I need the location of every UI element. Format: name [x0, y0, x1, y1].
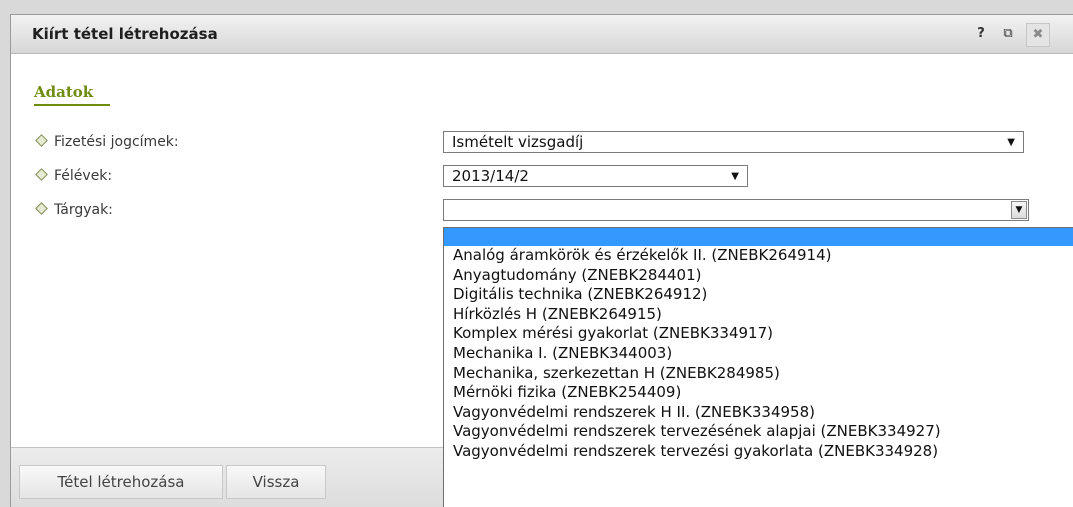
payment-type-value: Ismételt vizsgadíj	[452, 133, 584, 151]
help-icon[interactable]: ?	[974, 24, 988, 44]
chevron-down-icon[interactable]: ▼	[1007, 132, 1015, 154]
dropdown-option[interactable]: Hírközlés H (ZNEBK264915)	[444, 305, 1073, 325]
section-underline	[34, 104, 110, 106]
close-icon[interactable]: ✖	[1026, 23, 1050, 47]
dropdown-option[interactable]: Vagyonvédelmi rendszerek H II. (ZNEBK334…	[444, 403, 1073, 423]
dropdown-option[interactable]: Komplex mérési gyakorlat (ZNEBK334917)	[444, 324, 1073, 344]
subjects-label: Tárgyak:	[34, 200, 113, 220]
popout-icon[interactable]: ⧉	[1000, 24, 1016, 44]
dropdown-option[interactable]: Anyagtudomány (ZNEBK284401)	[444, 266, 1073, 286]
bullet-diamond-icon	[35, 202, 48, 215]
semester-value: 2013/14/2	[452, 167, 529, 185]
create-item-button[interactable]: Tétel létrehozása	[19, 465, 223, 499]
semester-label-text: Félévek:	[54, 168, 113, 184]
dropdown-option[interactable]: Mechanika I. (ZNEBK344003)	[444, 344, 1073, 364]
semester-label: Félévek:	[34, 166, 112, 186]
chevron-down-icon[interactable]: ▼	[731, 166, 739, 188]
dropdown-option[interactable]: Analóg áramkörök és érzékelők II. (ZNEBK…	[444, 246, 1073, 266]
dropdown-option[interactable]: Mérnöki fizika (ZNEBK254409)	[444, 383, 1073, 403]
dropdown-option[interactable]: Vagyonvédelmi rendszerek tervezési gyako…	[444, 442, 1073, 462]
back-button[interactable]: Vissza	[226, 465, 326, 499]
payment-type-select[interactable]: Ismételt vizsgadíj ▼	[443, 131, 1024, 153]
semester-select[interactable]: 2013/14/2 ▼	[443, 165, 748, 187]
chevron-down-icon[interactable]: ▼	[1011, 201, 1027, 219]
subjects-label-text: Tárgyak:	[54, 202, 113, 218]
section-title: Adatok	[34, 83, 94, 101]
dialog-footer: Tétel létrehozása Vissza	[11, 447, 443, 507]
create-item-dialog: Kiírt tétel létrehozása ? ⧉ ✖ Adatok Fiz…	[10, 14, 1073, 507]
payment-type-label-text: Fizetési jogcímek:	[54, 134, 179, 150]
bullet-diamond-icon	[35, 168, 48, 181]
bullet-diamond-icon	[35, 134, 48, 147]
dropdown-option[interactable]: Vagyonvédelmi rendszerek tervezésének al…	[444, 422, 1073, 442]
dropdown-option[interactable]: Mechanika, szerkezettan H (ZNEBK284985)	[444, 364, 1073, 384]
subjects-select[interactable]: ▼	[443, 199, 1029, 221]
payment-type-label: Fizetési jogcímek:	[34, 132, 179, 152]
dialog-titlebar: Kiírt tétel létrehozása ? ⧉ ✖	[11, 15, 1073, 54]
dropdown-option[interactable]: Digitális technika (ZNEBK264912)	[444, 285, 1073, 305]
subjects-dropdown-list: Analóg áramkörök és érzékelők II. (ZNEBK…	[443, 227, 1073, 507]
dropdown-option[interactable]	[444, 228, 1073, 246]
dialog-title: Kiírt tétel létrehozása	[32, 25, 218, 43]
